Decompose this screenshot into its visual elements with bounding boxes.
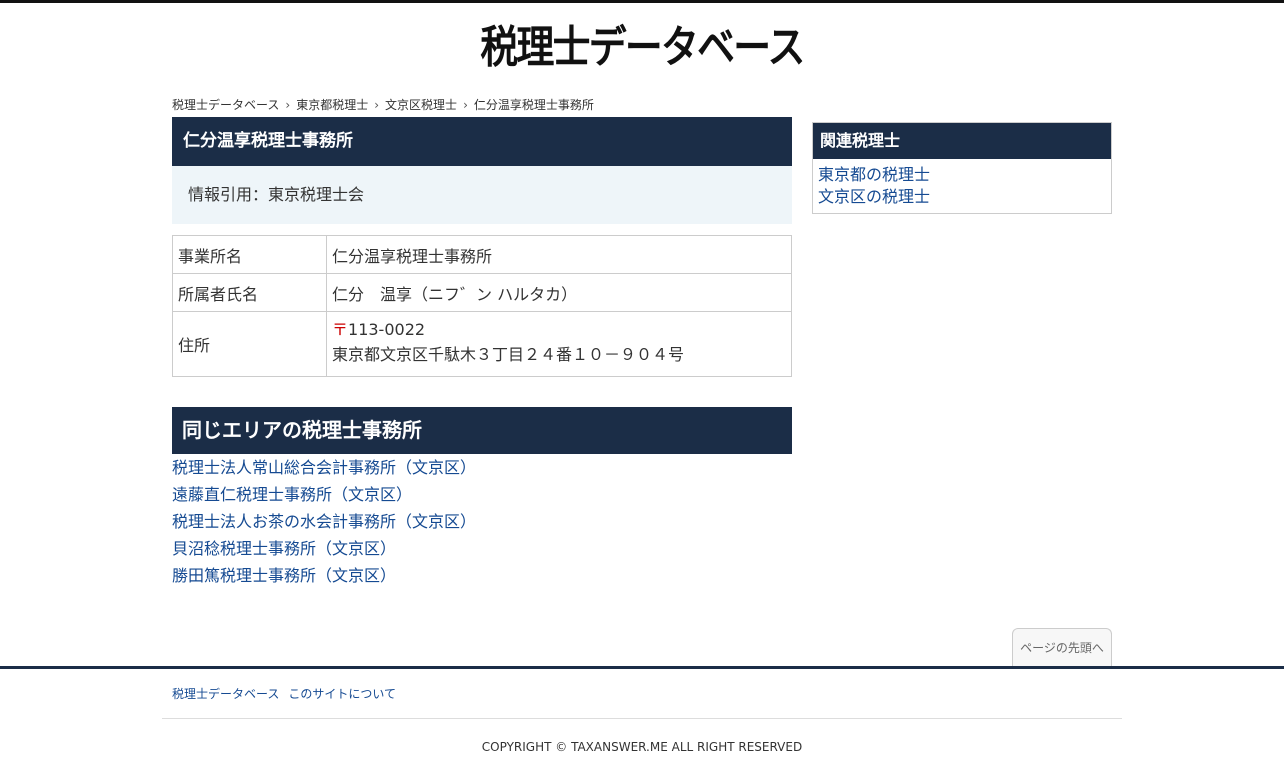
breadcrumb-current: 仁分温享税理士事務所: [473, 98, 594, 112]
area-office-link[interactable]: 貝沼稔税理士事務所（文京区）: [172, 539, 396, 558]
page-top-button[interactable]: ページの先頭へ: [1012, 628, 1112, 668]
area-office-link[interactable]: 税理士法人常山総合会計事務所（文京区）: [172, 458, 476, 477]
footer-nav: 税理士データベース このサイトについて: [172, 686, 405, 702]
site-logo[interactable]: 税理士データベース: [90, 18, 1194, 78]
area-office-link[interactable]: 遠藤直仁税理士事務所（文京区）: [172, 485, 412, 504]
list-item: 勝田篤税理士事務所（文京区）: [172, 565, 792, 592]
list-item: 税理士法人常山総合会計事務所（文京区）: [172, 457, 792, 484]
top-rule: [0, 0, 1284, 3]
page-title: 仁分温享税理士事務所: [172, 117, 792, 166]
breadcrumb-prefecture-link[interactable]: 東京都税理士: [296, 98, 368, 112]
address-value: 〒113-0022 東京都文京区千駄木３丁目２４番１０－９０４号: [326, 311, 792, 377]
list-item: 遠藤直仁税理士事務所（文京区）: [172, 484, 792, 511]
list-item: 税理士法人お茶の水会計事務所（文京区）: [172, 511, 792, 538]
member-name-value: 仁分 温享（ニフ゛ン ハルタカ）: [326, 273, 792, 312]
postal-mark-icon: 〒: [332, 320, 349, 339]
area-section-title: 同じエリアの税理士事務所: [172, 407, 792, 454]
main-content: 仁分温享税理士事務所 情報引用：東京税理士会 事業所名 仁分温享税理士事務所 所…: [172, 117, 792, 592]
breadcrumb-separator: ›: [285, 97, 291, 112]
related-sidebar: 関連税理士 東京都の税理士 文京区の税理士: [812, 122, 1112, 214]
breadcrumb-separator: ›: [463, 97, 468, 112]
footer-link-about[interactable]: このサイトについて: [288, 687, 396, 701]
copyright-text: COPYRIGHT © TAXANSWER.ME ALL RIGHT RESER…: [481, 740, 803, 754]
breadcrumb-separator: ›: [374, 97, 380, 112]
footer-link-home[interactable]: 税理士データベース: [172, 687, 279, 701]
address-label: 住所: [172, 311, 327, 377]
sidebar-link-bunkyo[interactable]: 文京区の税理士: [818, 187, 930, 206]
area-office-link[interactable]: 勝田篤税理士事務所（文京区）: [172, 566, 396, 585]
table-row: 住所 〒113-0022 東京都文京区千駄木３丁目２４番１０－９０４号: [172, 311, 792, 377]
office-info-table: 事業所名 仁分温享税理士事務所 所属者氏名 仁分 温享（ニフ゛ン ハルタカ） 住…: [172, 235, 792, 377]
sidebar-link-list: 東京都の税理士 文京区の税理士: [813, 159, 1111, 208]
footer-rule: [0, 666, 1284, 669]
sidebar-link-tokyo[interactable]: 東京都の税理士: [818, 165, 930, 184]
office-name-label: 事業所名: [172, 235, 327, 274]
breadcrumb: 税理士データベース › 東京都税理士 › 文京区税理士 › 仁分温享税理士事務所: [172, 96, 594, 113]
breadcrumb-ward-link[interactable]: 文京区税理士: [385, 98, 457, 112]
area-office-list: 税理士法人常山総合会計事務所（文京区） 遠藤直仁税理士事務所（文京区） 税理士法…: [172, 457, 792, 592]
list-item: 文京区の税理士: [818, 186, 1111, 208]
breadcrumb-home-link[interactable]: 税理士データベース: [172, 98, 279, 112]
list-item: 東京都の税理士: [818, 164, 1111, 186]
table-row: 所属者氏名 仁分 温享（ニフ゛ン ハルタカ）: [172, 273, 792, 312]
street-address: 東京都文京区千駄木３丁目２４番１０－９０４号: [332, 345, 685, 364]
member-name-label: 所属者氏名: [172, 273, 327, 312]
footer-divider: [162, 718, 1122, 719]
sidebar-title: 関連税理士: [813, 123, 1111, 159]
table-row: 事業所名 仁分温享税理士事務所: [172, 235, 792, 274]
area-office-link[interactable]: 税理士法人お茶の水会計事務所（文京区）: [172, 512, 476, 531]
source-note: 情報引用：東京税理士会: [172, 166, 792, 224]
postal-code: 113-0022: [348, 320, 426, 339]
list-item: 貝沼稔税理士事務所（文京区）: [172, 538, 792, 565]
office-name-value: 仁分温享税理士事務所: [326, 235, 792, 274]
